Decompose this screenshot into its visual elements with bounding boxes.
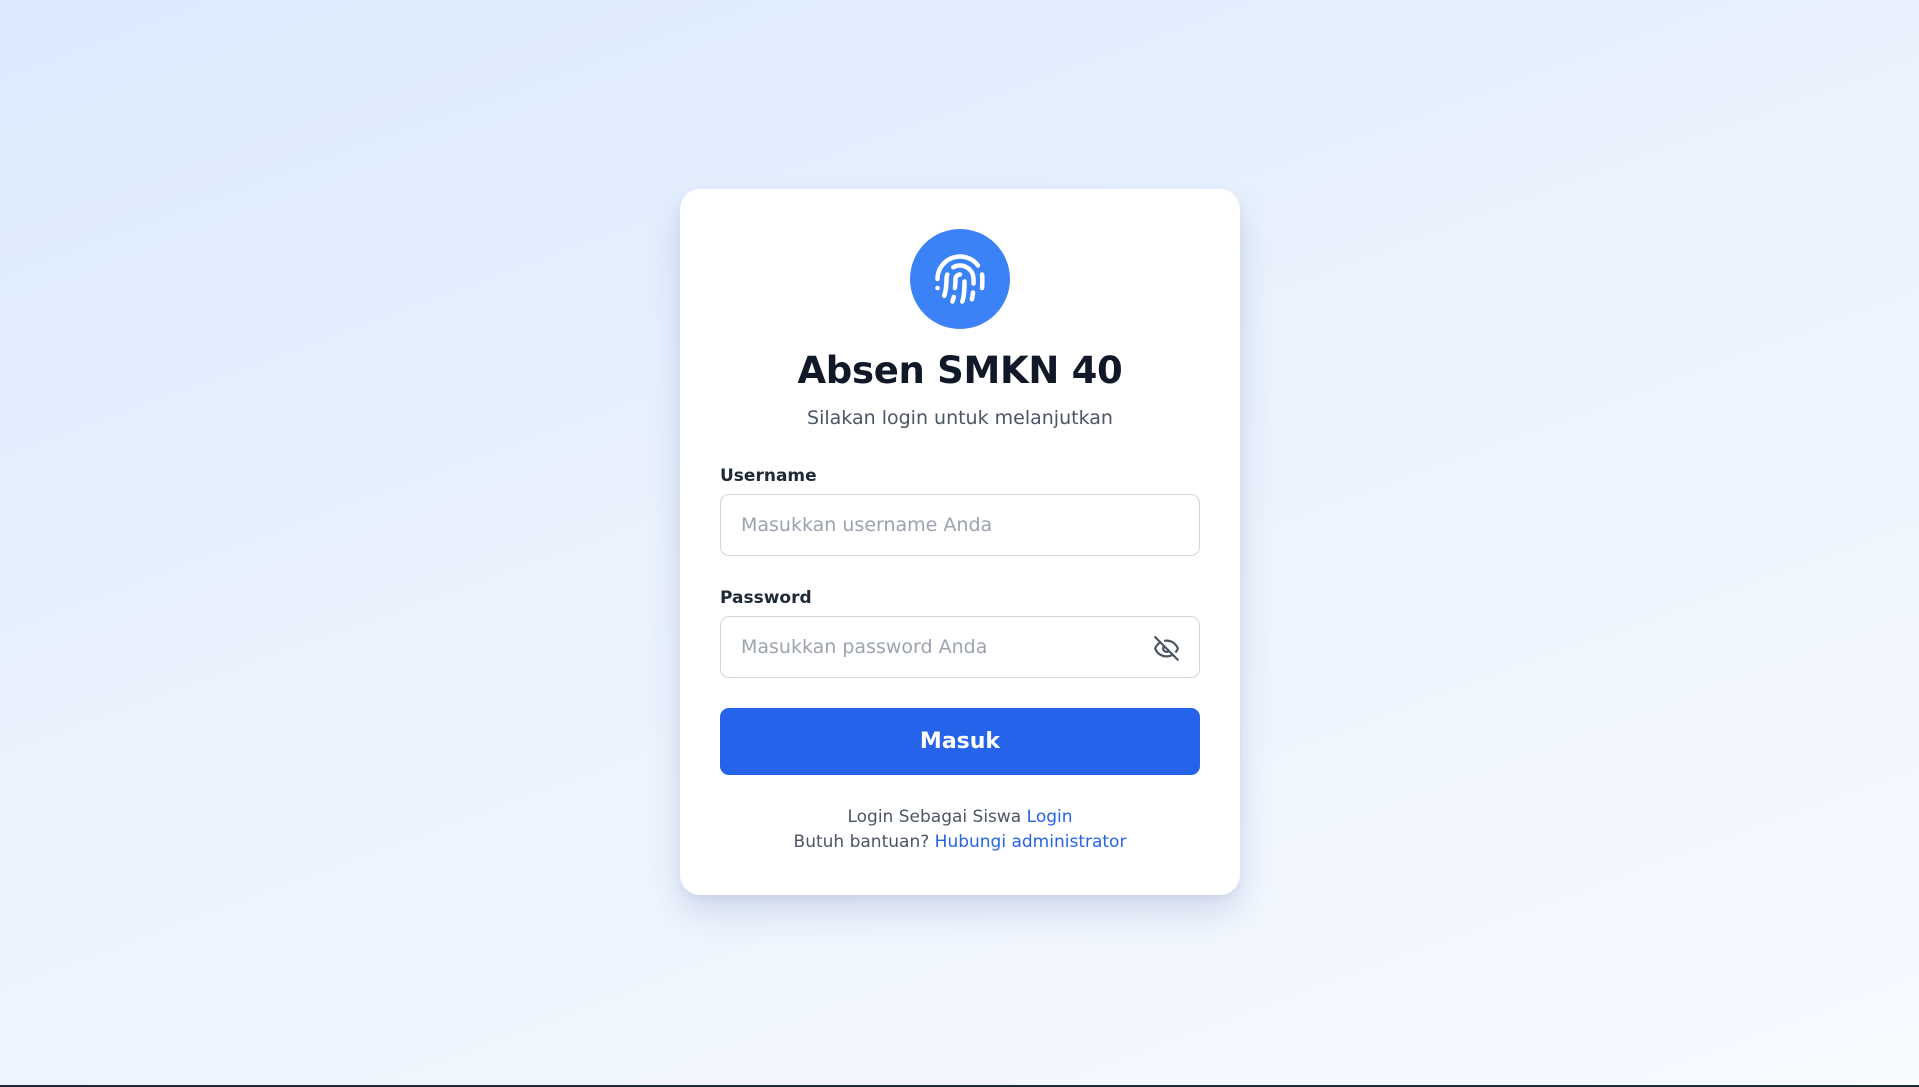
- username-input[interactable]: [720, 494, 1200, 556]
- username-label: Username: [720, 466, 817, 486]
- student-login-text: Login Sebagai Siswa: [847, 807, 1022, 827]
- login-submit-button[interactable]: Masuk: [720, 708, 1200, 775]
- student-login-line: Login Sebagai Siswa Login: [680, 807, 1240, 827]
- help-text: Butuh bantuan?: [793, 832, 930, 852]
- page-subtitle: Silakan login untuk melanjutkan: [807, 407, 1113, 429]
- app-logo: [910, 229, 1010, 329]
- student-login-link[interactable]: Login: [1027, 807, 1073, 827]
- password-visibility-toggle[interactable]: [1150, 632, 1182, 664]
- help-line: Butuh bantuan? Hubungi administrator: [680, 832, 1240, 852]
- login-card: Absen SMKN 40 Silakan login untuk melanj…: [680, 189, 1240, 895]
- password-input[interactable]: [720, 616, 1200, 678]
- fingerprint-icon: [935, 254, 985, 304]
- page-title: Absen SMKN 40: [797, 349, 1123, 392]
- eye-off-icon: [1153, 635, 1179, 661]
- contact-admin-link[interactable]: Hubungi administrator: [935, 832, 1127, 852]
- password-label: Password: [720, 588, 812, 608]
